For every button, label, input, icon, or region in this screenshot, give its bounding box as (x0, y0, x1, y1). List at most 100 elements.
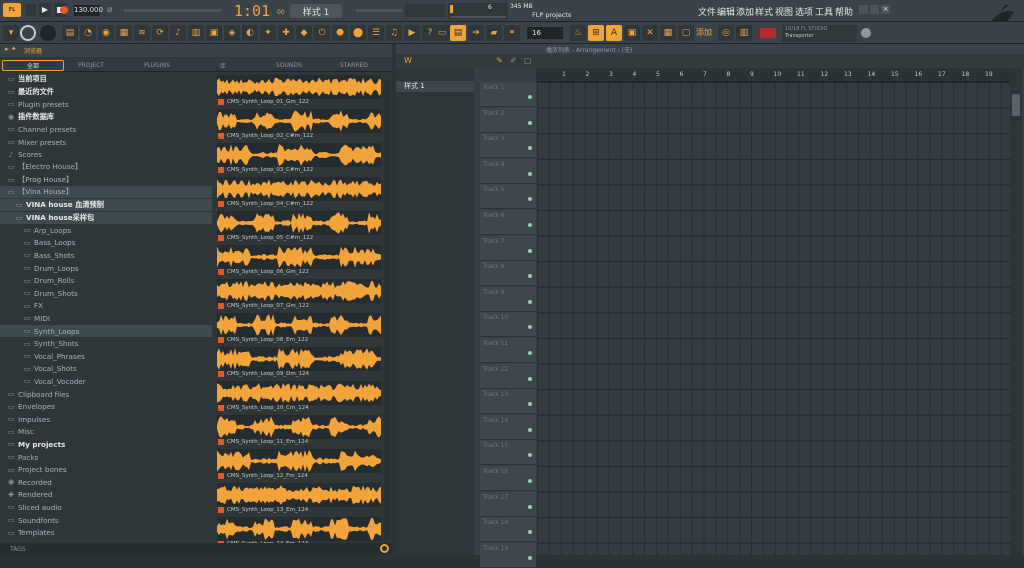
tool-icon-35[interactable]: ▥ (736, 25, 752, 41)
menu-help[interactable]: 帮助 (835, 5, 853, 18)
preview-icon[interactable] (218, 473, 224, 479)
tree-item[interactable]: ◉ Recorded (0, 476, 212, 488)
tool-icon-34[interactable]: ◎ (718, 25, 734, 41)
tree-item[interactable]: ▭ 【Prog House】 (0, 174, 212, 186)
sample-item[interactable]: CMS_Synth_Loop_11_Em_124 (215, 413, 383, 447)
preview-icon[interactable] (218, 337, 224, 343)
tool-icon-17[interactable]: ⬤ (350, 25, 366, 41)
tool-icon-27[interactable]: ♨ (570, 25, 586, 41)
tree-item[interactable]: ▭ Sliced audio (0, 501, 212, 513)
metronome-icon[interactable]: ⌀ (107, 5, 112, 15)
link-icon[interactable]: ⚭ (504, 25, 520, 41)
track-mute-icon[interactable] (528, 555, 532, 560)
tree-item[interactable]: ▭ Misc (0, 426, 212, 438)
maximize-button[interactable] (870, 5, 879, 14)
tool-icon-16[interactable]: ⬣ (332, 25, 348, 41)
snap-selector[interactable]: 16 (527, 27, 563, 39)
tree-item[interactable]: ▭ Templates (0, 527, 212, 539)
play-button[interactable]: ▶ (39, 3, 51, 17)
tool-icon-10[interactable]: ◈ (224, 25, 240, 41)
track-mute-icon[interactable] (528, 427, 532, 432)
tree-item[interactable]: ▭ Clipboard files (0, 388, 212, 400)
tree-item[interactable]: ▭ Channel presets (0, 123, 212, 135)
tree-item[interactable]: ▭ Envelopes (0, 401, 212, 413)
select-tool-icon[interactable]: ▢ (524, 56, 532, 65)
tree-item[interactable]: ▭ Drum_Shots (0, 287, 212, 299)
tree-item[interactable]: ▭ 当前项目 (0, 73, 212, 85)
time-display[interactable]: 1:01 (234, 2, 270, 20)
microphone-icon[interactable]: ♫ (386, 25, 402, 41)
tree-item[interactable]: ▭ MIDI (0, 312, 212, 324)
track-header[interactable]: Track 18 (480, 517, 536, 543)
track-mute-icon[interactable] (528, 146, 532, 151)
menu-options[interactable]: 选项 (795, 5, 813, 18)
search-icon[interactable] (380, 544, 389, 553)
tree-item[interactable]: ▭ FX (0, 300, 212, 312)
tab-plugins[interactable]: PLUGINS (144, 60, 170, 71)
preview-icon[interactable] (218, 133, 224, 139)
track-header[interactable]: Track 14 (480, 414, 536, 440)
track-header[interactable]: Track 6 (480, 210, 536, 235)
paint-tool-icon[interactable]: ✐ (510, 56, 517, 65)
tempo-display[interactable]: 130.000 (74, 5, 103, 16)
time-ruler[interactable]: 1 2 3 4 5 6 7 8 9 10 11 12 13 14 15 16 17 18 19 (536, 68, 1020, 82)
track-mute-icon[interactable] (528, 120, 532, 125)
track-header[interactable]: Track 10 (480, 312, 536, 338)
sample-item[interactable]: CMS_Synth_Loop_13_Em_124 (215, 481, 383, 515)
tree-item[interactable]: ▭ 【Electro House】 (0, 161, 212, 173)
tree-item[interactable]: ▭ Mixer presets (0, 136, 212, 148)
preview-icon[interactable] (218, 507, 224, 513)
track-header[interactable]: Track 1 (480, 82, 536, 107)
tool-icon-04[interactable]: ▦ (116, 25, 132, 41)
tree-item[interactable]: ✚ Rendered (0, 489, 212, 501)
time-signature-box[interactable] (405, 4, 445, 17)
tree-item[interactable]: ▭ Synth_Shots (0, 338, 212, 350)
track-header[interactable]: Track 11 (480, 338, 536, 363)
sample-item[interactable]: CMS_Synth_Loop_08_Em_122 (215, 311, 383, 345)
track-header[interactable]: Track 5 (480, 184, 536, 210)
menu-view[interactable]: 视图 (775, 5, 793, 18)
tree-item[interactable]: ▭ Vocal_Vocoder (0, 375, 212, 387)
tool-icon-03[interactable]: ◉ (98, 25, 114, 41)
menu-file[interactable]: 文件 (698, 5, 716, 18)
tool-icon-20[interactable]: ▶ (404, 25, 420, 41)
arrangement-grid[interactable] (537, 82, 1010, 555)
arrow-icon[interactable]: ➔ (468, 25, 484, 41)
tab-project[interactable]: PROJECT (78, 60, 104, 71)
sample-item[interactable]: CMS_Synth_Loop_12_Fm_124 (215, 447, 383, 481)
online-icon[interactable] (861, 28, 871, 38)
pattern-item[interactable]: 样式 1 (396, 81, 474, 92)
track-mute-icon[interactable] (528, 171, 532, 176)
tree-item[interactable]: ▭ Plugin presets (0, 98, 212, 110)
tool-icon-33[interactable]: ▢ (678, 25, 694, 41)
preview-icon[interactable] (218, 201, 224, 207)
track-mute-icon[interactable] (528, 299, 532, 304)
tree-item[interactable]: ▭ Drum_Loops (0, 262, 212, 274)
sample-item[interactable]: CMS_Synth_Loop_14_Em_124 (215, 515, 383, 543)
pattern-song-toggle[interactable] (26, 4, 36, 16)
tree-item[interactable]: ▭ Bass_Shots (0, 249, 212, 261)
preview-icon[interactable] (218, 371, 224, 377)
tool-icon-12[interactable]: ✦ (260, 25, 276, 41)
track-header[interactable]: Track 9 (480, 286, 536, 312)
add-button[interactable]: 添加 (696, 27, 712, 38)
open-icon[interactable]: ▾ (3, 25, 19, 41)
tool-icon-11[interactable]: ◐ (242, 25, 258, 41)
track-header[interactable]: Track 2 (480, 107, 536, 133)
tool-icon-08[interactable]: ▥ (188, 25, 204, 41)
tab-starred[interactable]: STARRED (340, 60, 368, 71)
preview-icon[interactable] (218, 303, 224, 309)
track-mute-icon[interactable] (528, 351, 532, 355)
tab-library[interactable]: 库 (220, 60, 226, 71)
tree-item[interactable]: ▭ Vocal_Phrases (0, 350, 212, 362)
tree-item[interactable]: ▭ Impulses (0, 413, 212, 425)
tree-item[interactable]: ▭ VINA house采样包 (0, 211, 212, 224)
track-header[interactable]: Track 19 (480, 542, 536, 568)
tempo-knob[interactable] (20, 25, 36, 41)
record-button[interactable] (58, 3, 70, 17)
pattern-picker-icon[interactable]: W (404, 56, 412, 65)
track-mute-icon[interactable] (528, 479, 532, 483)
menu-patterns[interactable]: 样式 (755, 5, 773, 18)
tool-icon-13[interactable]: ✚ (278, 25, 294, 41)
minimize-button[interactable] (859, 5, 868, 14)
